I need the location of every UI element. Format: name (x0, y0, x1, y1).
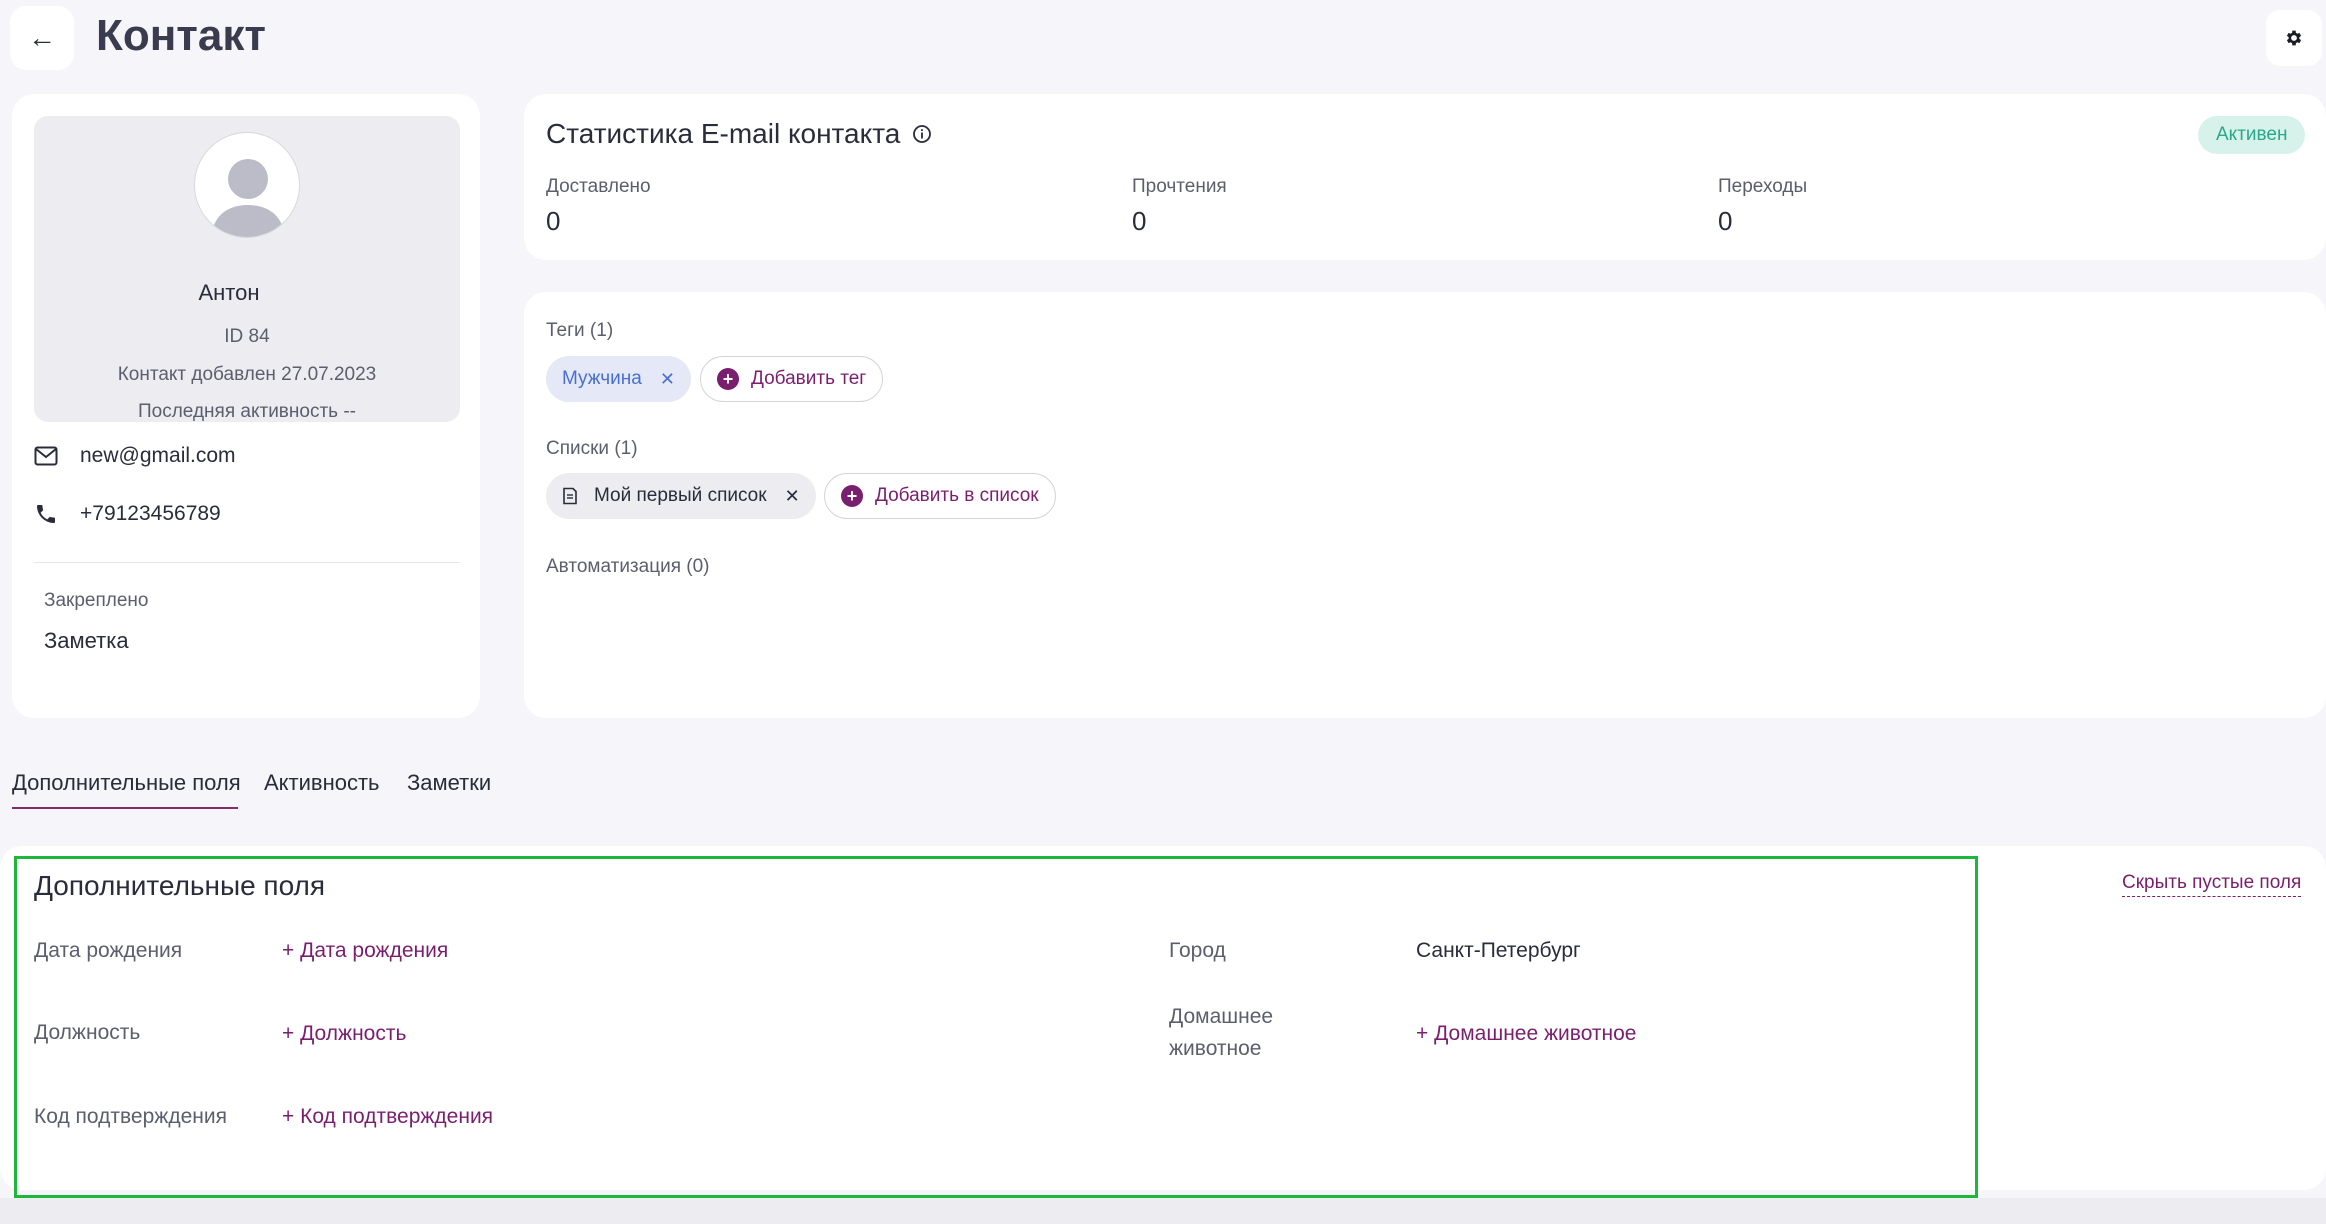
active-tab-indicator (12, 807, 238, 809)
plus-circle-icon: + (717, 368, 739, 390)
extra-fields-title: Дополнительные поля (34, 870, 326, 901)
list-chip-label: Мой первый список (594, 485, 767, 506)
automation-label: Автоматизация (0) (546, 556, 710, 577)
page-title: Контакт (96, 11, 266, 60)
pinned-label: Закреплено (44, 590, 149, 611)
phone-value: +79123456789 (80, 502, 221, 525)
tab-extra-fields[interactable]: Дополнительные поля (12, 770, 241, 796)
mail-icon (34, 446, 58, 466)
pinned-note[interactable]: Заметка (44, 628, 129, 654)
stats-title: Статистика E-mail контакта (546, 118, 932, 150)
field-label-city: Город (1169, 939, 1226, 962)
profile-summary: Антон ID 84 Контакт добавлен 27.07.2023 … (34, 116, 460, 422)
stat-delivered-label: Доставлено (546, 176, 651, 197)
tag-chip-label: Мужчина (562, 368, 642, 389)
field-label-position: Должность (34, 1021, 141, 1044)
list-chip[interactable]: Мой первый список ✕ (546, 473, 816, 519)
profile-card: Антон ID 84 Контакт добавлен 27.07.2023 … (12, 94, 480, 718)
add-to-list-label: Добавить в список (875, 485, 1039, 506)
list-document-icon (563, 487, 577, 505)
settings-button[interactable] (2266, 10, 2322, 66)
phone-row[interactable]: +79123456789 (34, 502, 221, 526)
add-confirmation-code-link[interactable]: + Код подтверждения (282, 1105, 493, 1129)
hide-empty-fields-link[interactable]: Скрыть пустые поля (2122, 872, 2302, 897)
phone-icon (37, 505, 55, 523)
email-row[interactable]: new@gmail.com (34, 444, 236, 468)
field-label-pet: Домашнее животное (1169, 1001, 1273, 1065)
contact-name: Антон (198, 280, 260, 305)
contact-id: ID 84 (224, 326, 270, 347)
add-tag-button[interactable]: + Добавить тег (700, 356, 884, 402)
field-label-birthday: Дата рождения (34, 939, 183, 962)
add-position-link[interactable]: + Должность (282, 1022, 406, 1046)
add-tag-label: Добавить тег (751, 368, 867, 389)
field-value-city[interactable]: Санкт-Петербург (1416, 939, 1581, 963)
tab-activity[interactable]: Активность (264, 770, 380, 796)
stat-delivered-value: 0 (546, 206, 561, 236)
gear-icon (2286, 30, 2302, 46)
field-label-pet-line2: животное (1169, 1037, 1262, 1060)
tab-notes[interactable]: Заметки (407, 770, 491, 796)
field-label-confirmation-code: Код подтверждения (34, 1105, 227, 1128)
last-activity: Последняя активность -- (138, 401, 356, 422)
status-badge: Активен (2198, 116, 2306, 154)
lists-label: Списки (1) (546, 438, 638, 459)
email-value: new@gmail.com (80, 444, 236, 467)
stats-title-text: Статистика E-mail контакта (546, 118, 901, 149)
field-label-pet-line1: Домашнее (1169, 1005, 1274, 1028)
email-stats-card: Статистика E-mail контакта Активен Доста… (524, 94, 2326, 260)
contact-added-date: Контакт добавлен 27.07.2023 (117, 364, 377, 385)
stat-clicks-label: Переходы (1718, 176, 1808, 197)
arrow-left-icon: ← (28, 22, 56, 53)
plus-circle-icon: + (841, 485, 863, 507)
info-icon[interactable] (912, 124, 932, 144)
tags-label: Теги (1) (546, 320, 614, 341)
stat-opens-value: 0 (1132, 206, 1147, 236)
tag-chip[interactable]: Мужчина ✕ (546, 356, 691, 402)
stat-opens-label: Прочтения (1132, 176, 1227, 197)
divider (34, 562, 460, 563)
add-pet-link[interactable]: + Домашнее животное (1416, 1022, 1636, 1046)
close-icon[interactable]: ✕ (660, 369, 675, 390)
add-birthday-link[interactable]: + Дата рождения (282, 939, 448, 963)
add-to-list-button[interactable]: + Добавить в список (824, 473, 1056, 519)
user-avatar-icon (211, 159, 285, 237)
page-bottom-edge (0, 1198, 2326, 1224)
back-button[interactable]: ← (10, 6, 74, 70)
avatar (194, 132, 300, 238)
close-icon[interactable]: ✕ (785, 486, 800, 507)
stat-clicks-value: 0 (1718, 206, 1733, 236)
tags-lists-card: Теги (1) Мужчина ✕ + Добавить тег Списки… (524, 292, 2326, 718)
